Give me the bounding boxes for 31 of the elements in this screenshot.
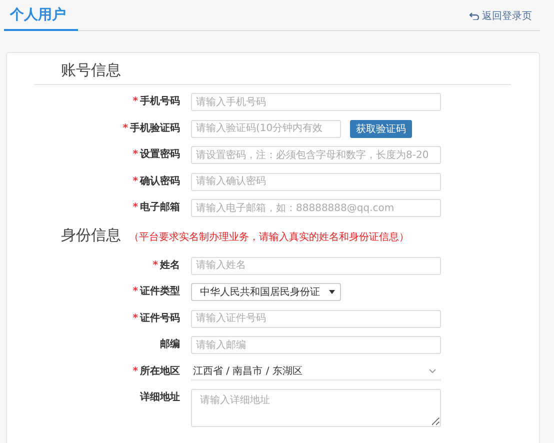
section-title: 账号信息 [61,61,121,80]
field-label: * 证件号码 [132,312,181,326]
field-label: * 手机号码 [132,94,181,109]
return-arrow-icon [469,12,479,20]
field-label: * 证件类型 [132,284,181,299]
field-label: * 电子邮箱 [132,200,181,215]
select-dropdown[interactable]: 中华人民共和国居民身份证 [191,283,341,301]
field-label: * 所在地区 [132,364,181,378]
field-label: * 确认密码 [132,174,181,188]
field-label: 邮编 [159,338,181,352]
text-input[interactable]: 请输入电子邮箱，如：88888888@qq.com [191,199,441,217]
section-title: 身份信息 [61,226,121,244]
field-label: * 手机验证码 [122,122,181,136]
region-select[interactable]: 江西省 / 南昌市 / 东湖区 [191,362,441,380]
text-input[interactable]: 请输入邮编 [191,336,441,354]
caret-icon [329,290,335,294]
text-input[interactable]: 请输入手机号码 [191,93,441,111]
text-input[interactable]: 请输入确认密码 [191,172,441,190]
field-label: * 姓名 [152,258,181,272]
get-code-button[interactable]: 获取验证码 [350,120,412,138]
text-input[interactable]: 请设置密码，注：必须包含字母和数字，长度为8-20 [191,146,441,164]
notice-text: （平台要求实名制办理业务，请输入真实的姓名和身份证信息） [129,230,409,244]
text-input[interactable]: 请输入证件号码 [191,310,441,328]
back-link[interactable]: 返回登录页 [469,9,532,23]
field-label: 详细地址 [138,390,181,405]
user-tab[interactable]: 个人用户 [4,6,78,31]
code-input[interactable]: 请输入验证码(10分钟内有效 [191,120,341,138]
chevron-icon [429,368,436,372]
text-input[interactable]: 请输入姓名 [191,256,441,274]
field-label: * 设置密码 [132,148,181,162]
address-textarea[interactable]: 请输入详细地址 [191,389,441,427]
